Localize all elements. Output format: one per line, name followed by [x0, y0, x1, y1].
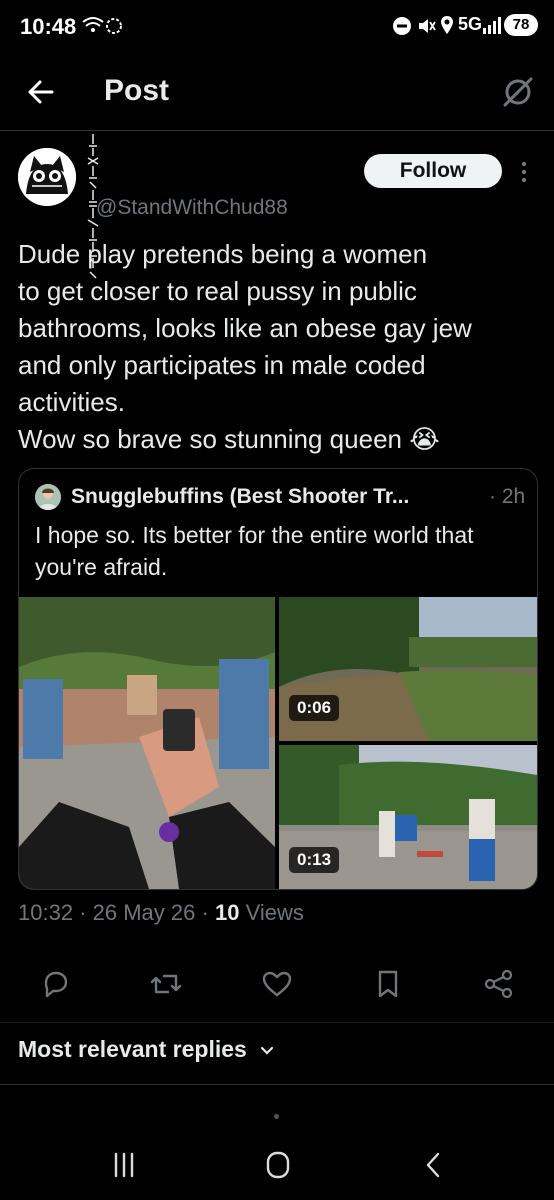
actions-divider	[0, 1022, 554, 1023]
meta-separator: ·	[201, 900, 209, 925]
post-line: Dude play pretends being a women	[18, 239, 428, 269]
replies-sort-label: Most relevant replies	[18, 1036, 247, 1062]
reply-icon[interactable]	[38, 966, 74, 1002]
repost-icon[interactable]	[148, 966, 184, 1002]
quote-avatar-image	[35, 484, 61, 510]
post-line: bathrooms, looks like an obese gay jew	[18, 313, 472, 343]
post-line: activities.	[18, 387, 125, 417]
share-icon[interactable]	[481, 966, 517, 1002]
quote-text: I hope so. Its better for the entire wor…	[35, 522, 474, 580]
sync-icon	[106, 18, 122, 34]
location-icon	[441, 16, 453, 34]
video-duration: 0:06	[289, 695, 340, 721]
range-pov-thumbnail	[19, 597, 275, 889]
post-meta: 10:32 · 26 May 26 · 10 Views	[18, 900, 304, 926]
system-back-icon[interactable]	[414, 1150, 454, 1180]
post-text: Dude play pretends being a women to get …	[18, 236, 543, 458]
post-time: 10:32	[18, 900, 74, 925]
arrow-left-icon[interactable]	[22, 74, 62, 110]
replies-divider	[0, 1084, 554, 1085]
network-label: 5G	[458, 14, 483, 34]
grok-icon[interactable]	[500, 74, 536, 110]
post-line: Wow so brave so stunning queen 😭	[18, 424, 440, 454]
views-label: Views	[245, 900, 304, 925]
status-time: 10:48	[20, 14, 77, 39]
post-line: to get closer to real pussy in public	[18, 276, 417, 306]
like-icon[interactable]	[259, 966, 295, 1002]
recent-apps-icon[interactable]	[104, 1150, 144, 1180]
battery-indicator: 78	[504, 14, 538, 36]
avatar[interactable]	[18, 148, 76, 206]
views-count[interactable]: 10	[215, 900, 239, 925]
media-video-range-1[interactable]: 0:06	[279, 597, 537, 741]
header-divider	[0, 130, 554, 131]
bookmark-icon[interactable]	[370, 966, 406, 1002]
media-video-range-2[interactable]: 0:13	[279, 745, 537, 889]
post-date: 26 May 26	[92, 900, 196, 925]
wifi-icon	[82, 17, 104, 32]
mute-icon	[419, 19, 436, 33]
replies-sort-dropdown[interactable]: Most relevant replies	[18, 1036, 275, 1063]
dnd-icon	[393, 17, 411, 35]
quote-author-name: Snugglebuffins (Best Shooter Tr...	[71, 485, 410, 508]
status-bar: 10:48 5G 78	[0, 0, 554, 56]
cat-avatar-image	[18, 148, 76, 206]
page-indicator-dot	[274, 1114, 279, 1119]
meta-separator: ·	[79, 900, 87, 925]
follow-button[interactable]: Follow	[364, 154, 502, 188]
video-duration: 0:13	[289, 847, 340, 873]
quote-timestamp: · 2h	[489, 485, 526, 508]
post-line: and only participates in male coded	[18, 350, 426, 380]
more-options-icon[interactable]	[520, 160, 528, 184]
media-video-pov[interactable]	[19, 597, 275, 889]
page-title: Post	[104, 74, 170, 107]
signal-icon	[483, 17, 501, 34]
chevron-down-icon	[261, 1046, 274, 1055]
quote-avatar	[35, 484, 61, 510]
author-handle[interactable]: @StandWithChud88	[96, 196, 288, 220]
home-icon[interactable]	[258, 1150, 298, 1180]
quoted-post-card[interactable]: Snugglebuffins (Best Shooter Tr... · 2h …	[18, 468, 538, 890]
